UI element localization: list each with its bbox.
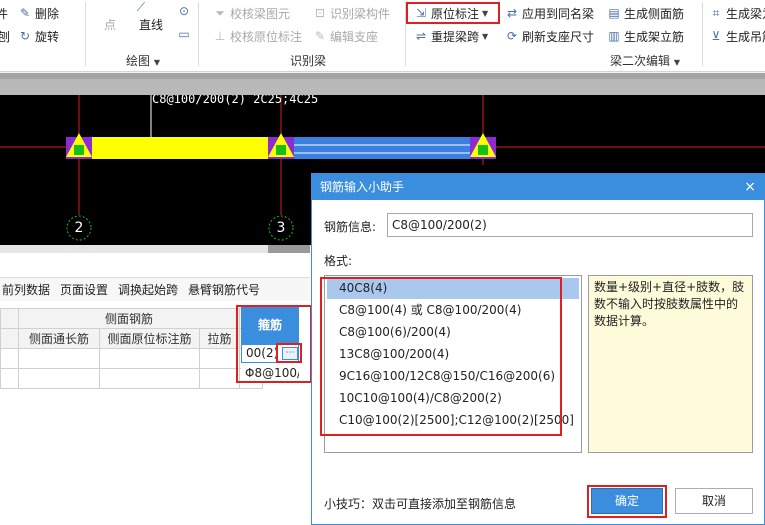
toolbar-item-swap-start-span[interactable]: 调换起始跨 <box>118 281 178 298</box>
in-situ-label-button[interactable]: ⇲ 原位标注 ▼ <box>414 4 488 22</box>
header-side-in-situ: 侧面原位标注筋 <box>99 328 200 349</box>
toolbar-item-page-setup[interactable]: 页面设置 <box>60 281 108 298</box>
tip-text: 小技巧：双击可直接添加至钢筋信息 <box>324 497 517 511</box>
refresh-icon: ⟳ <box>506 29 518 43</box>
support-node <box>478 145 488 155</box>
cad-annotation-text: C8@100/200(2) 2C25;4C25 <box>152 95 319 106</box>
toolbar-item-cantilever-code[interactable]: 悬臂钢筋代号 <box>188 281 260 298</box>
rebar-grid: 侧面钢筋 侧面通长筋 侧面原位标注筋 拉筋 <box>0 308 263 389</box>
axis-label-2: 2 <box>74 220 84 236</box>
edit-support-button[interactable]: ✎ 编辑支座 <box>313 27 378 45</box>
apply-icon: ⇄ <box>506 6 518 20</box>
ribbon-separator <box>85 2 86 66</box>
highlight-box-ellipsis <box>276 343 302 363</box>
rebar-info-label: 钢筋信息: <box>324 220 377 234</box>
support-node <box>74 145 84 155</box>
ribbon: 件 ✎ 删除 刨 ↻ 旋转 点 直线 ⟋ ⊙ ▭ 绘图 ▼ ⏷ 校核梁图元 ⊡ 识别梁构… <box>0 0 765 72</box>
format-description: 数量+级别+直径+肢数，肢数不输入时按肢数属性中的数据计算。 <box>588 275 753 453</box>
identify-beam-member-button[interactable]: ⊡ 识别梁构件 <box>313 4 390 22</box>
gen-hanger-button[interactable]: ⊻生成吊筋 <box>709 27 765 45</box>
rebar-input-dialog: 钢筋输入小助手 × 钢筋信息: C8@100/200(2) 格式: 40C8(4… <box>311 173 765 525</box>
chevron-down-icon: ▼ <box>482 8 489 18</box>
line-button[interactable]: 直线 <box>139 15 163 33</box>
check-beam-element-button[interactable]: ⏷ 校核梁图元 <box>213 4 290 22</box>
check-icon: ⊥ <box>214 29 226 43</box>
dialog-title: 钢筋输入小助手 <box>320 180 405 194</box>
refresh-support-button[interactable]: ⟳ 刷新支座尺寸 <box>505 27 594 45</box>
ribbon-gap-dark <box>0 73 765 79</box>
in-situ-icon: ⇲ <box>415 6 427 20</box>
cancel-button[interactable]: 取消 <box>675 488 753 514</box>
pencil-icon: ✎ <box>19 6 31 20</box>
circle-icon[interactable]: ⊙ <box>177 4 191 18</box>
close-icon[interactable]: × <box>744 174 756 200</box>
ribbon-separator <box>702 2 703 66</box>
span-icon: ⇌ <box>415 29 427 43</box>
rectangle-icon[interactable]: ▭ <box>177 27 191 41</box>
rotate-icon: ↻ <box>19 29 31 43</box>
scrollbar-thumb[interactable] <box>268 245 310 253</box>
ribbon-item-partial-1[interactable]: 件 <box>0 4 8 22</box>
dialog-title-bar: 钢筋输入小助手 × <box>312 174 764 200</box>
table-row[interactable] <box>0 368 263 389</box>
gen-erect-rebar-button[interactable]: ▥ 生成架立筋 <box>607 27 684 45</box>
line-icon: ⟋ <box>136 0 146 14</box>
toolbar-item-prev-data[interactable]: 前列数据 <box>2 281 50 298</box>
erect-rebar-icon: ▥ <box>608 29 620 43</box>
group-label-identify-beam: 识别梁 <box>290 54 327 68</box>
table-toolbar: 前列数据 页面设置 调换起始跨 悬臂钢筋代号 <box>0 277 310 301</box>
format-label: 格式: <box>324 254 353 268</box>
chevron-down-icon: ▼ <box>482 31 489 41</box>
table-row[interactable] <box>0 348 263 369</box>
beam-span-blue <box>285 137 487 159</box>
header-side-continuous: 侧面通长筋 <box>18 328 100 349</box>
hanger-icon: ⊻ <box>711 29 721 43</box>
group-label-beam-secondary-edit: 梁二次编辑 ▼ <box>610 54 680 68</box>
horizontal-scrollbar[interactable] <box>0 245 310 253</box>
rotate-button[interactable]: ↻ 旋转 <box>18 27 59 45</box>
apply-same-name-button[interactable]: ⇄ 应用到同名梁 <box>505 4 594 22</box>
check-in-situ-button[interactable]: ⊥ 校核原位标注 <box>213 27 302 45</box>
rebar-info-input[interactable]: C8@100/200(2) <box>387 213 753 237</box>
highlight-box-ok <box>587 485 667 518</box>
header-tie: 拉筋 <box>199 328 240 349</box>
funnel-icon: ⏷ <box>215 6 225 20</box>
support-node <box>276 145 286 155</box>
reextract-span-button[interactable]: ⇌ 重提梁跨 ▼ <box>414 27 488 45</box>
point-button[interactable]: 点 <box>104 15 116 33</box>
ribbon-separator <box>198 2 199 66</box>
delete-button[interactable]: ✎ 删除 <box>18 4 59 22</box>
gen-side-rebar-button[interactable]: ▤ 生成侧面筋 <box>607 4 684 22</box>
edit-icon: ✎ <box>314 29 326 43</box>
group-label-draw: 绘图 ▼ <box>126 54 160 68</box>
axis-label-3: 3 <box>276 220 286 236</box>
header-side-rebar: 侧面钢筋 <box>18 308 240 329</box>
highlight-box-formats <box>320 277 562 436</box>
beam-span-yellow <box>75 137 285 159</box>
ribbon-item-partial-2[interactable]: 刨 <box>0 27 10 45</box>
side-rebar-icon: ▤ <box>608 6 620 20</box>
stirrup-icon: ⌗ <box>712 6 720 20</box>
identify-icon: ⊡ <box>314 6 326 20</box>
gen-beam-stirrup-button[interactable]: ⌗生成梁为 <box>709 4 765 22</box>
